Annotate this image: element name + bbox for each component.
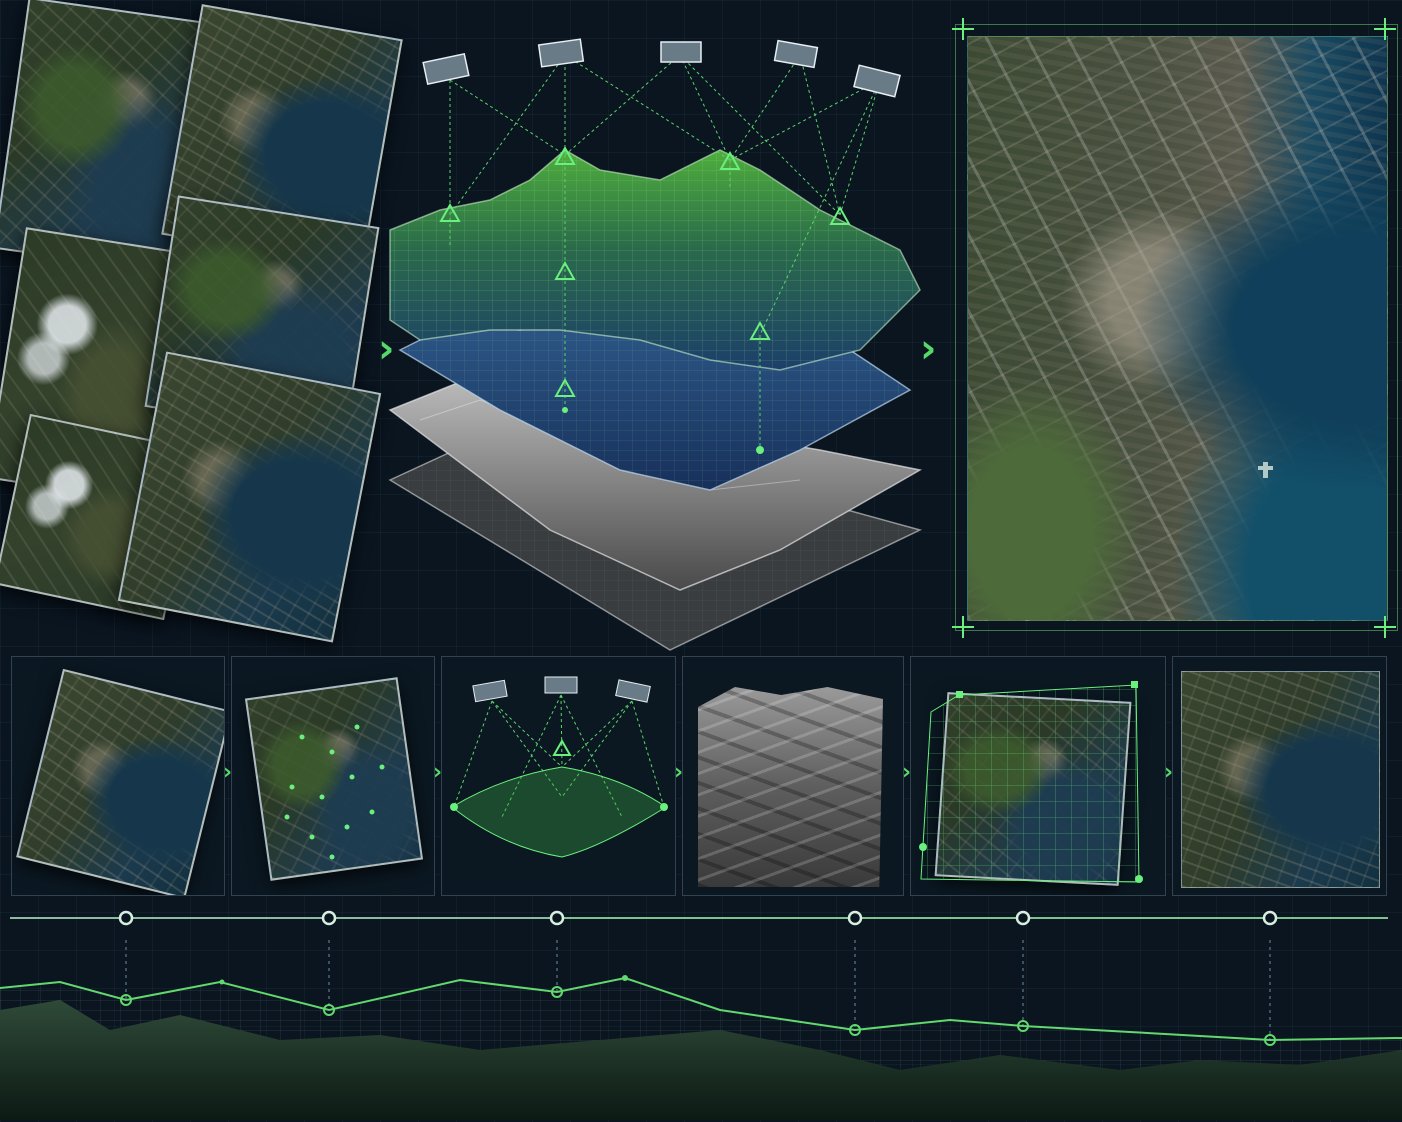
timeline-node <box>549 910 565 926</box>
timeline-node <box>321 910 337 926</box>
feature-points <box>284 724 385 860</box>
timeline-node <box>118 910 134 926</box>
chevron-right-icon: › <box>433 760 443 785</box>
tile-elevation-model <box>682 656 904 896</box>
tile-overlapping-imagery <box>11 656 225 896</box>
camera-icon <box>422 38 901 98</box>
terrain-profile <box>0 940 1402 1120</box>
chevron-right-icon: › <box>902 760 912 785</box>
final-orthophoto <box>1181 671 1380 888</box>
tile-camera-triangulation <box>441 656 676 896</box>
chevron-right-icon: › <box>1164 760 1174 785</box>
triangulation-diagram <box>450 676 668 858</box>
tile-photo <box>16 668 224 895</box>
tile-feature-matching <box>231 656 435 896</box>
chevron-right-icon: › <box>674 760 684 785</box>
elevation-model <box>698 687 883 887</box>
tile-georeferencing <box>910 656 1166 896</box>
pipeline-timeline <box>10 910 1388 926</box>
tile-final-orthophoto <box>1172 656 1387 896</box>
timeline-node <box>1015 910 1031 926</box>
warp-grid <box>919 681 1143 883</box>
terrain-reconstruction <box>388 38 923 651</box>
timeline-node <box>1262 910 1278 926</box>
timeline-node <box>847 910 863 926</box>
corner-crosshair-icon <box>952 18 1396 638</box>
chevron-right-icon: › <box>223 760 233 785</box>
